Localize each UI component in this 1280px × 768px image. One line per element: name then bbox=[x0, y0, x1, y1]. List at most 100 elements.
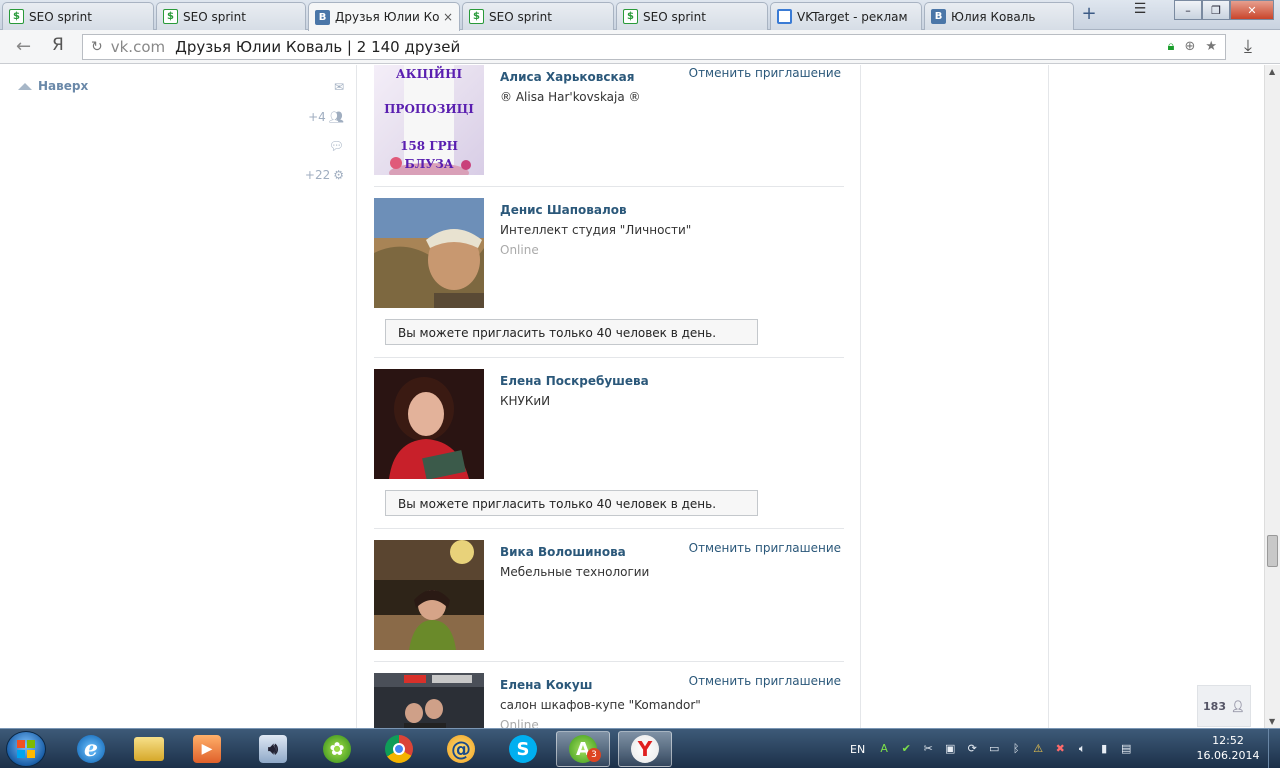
close-window-icon[interactable]: ✕ bbox=[1230, 0, 1274, 20]
vk-icon: B bbox=[931, 9, 946, 24]
tab-seo-sprint-3[interactable]: $ SEO sprint bbox=[462, 2, 614, 30]
volume-icon[interactable]: 🔈︎ bbox=[1075, 742, 1089, 756]
tab-seo-sprint-2[interactable]: $ SEO sprint bbox=[156, 2, 306, 30]
notifications-count: +22 bbox=[304, 168, 331, 182]
vktarget-icon bbox=[777, 9, 792, 24]
online-friends-counter[interactable]: 183 👤︎ bbox=[1197, 685, 1251, 727]
browser-menu-icon[interactable]: ☰ bbox=[1128, 1, 1152, 19]
agent-tray-icon[interactable]: A bbox=[877, 742, 891, 756]
friend-photo[interactable] bbox=[374, 540, 484, 650]
download-icon[interactable]: ⤓ bbox=[1244, 36, 1252, 57]
taskbar-yandex-browser[interactable]: Y bbox=[618, 731, 672, 767]
messages-icon[interactable]: ✉ bbox=[334, 80, 344, 94]
page-scrollbar[interactable]: ▲ ▼ bbox=[1264, 65, 1280, 728]
close-tab-icon[interactable]: × bbox=[443, 10, 453, 24]
monitor-icon[interactable]: ▭ bbox=[987, 742, 1001, 756]
friend-name[interactable]: Вика Волошинова bbox=[500, 545, 626, 559]
folder-icon bbox=[134, 737, 164, 761]
back-arrow-icon[interactable]: ← bbox=[16, 36, 31, 57]
promo-text-1: АКЦІЙНІ bbox=[395, 67, 463, 81]
tab-label: VKTarget - реклам bbox=[797, 9, 908, 24]
scroll-up-arrow-icon[interactable]: ▲ bbox=[1269, 67, 1275, 76]
maximize-icon[interactable]: ❐ bbox=[1202, 0, 1230, 20]
friend-photo[interactable] bbox=[374, 198, 484, 308]
clock-date: 16.06.2014 bbox=[1196, 749, 1260, 762]
comments-icon[interactable]: 💬︎ bbox=[329, 139, 344, 153]
skype-icon: S bbox=[509, 735, 537, 763]
scroll-down-arrow-icon[interactable]: ▼ bbox=[1269, 717, 1275, 726]
start-button[interactable] bbox=[6, 731, 46, 767]
friend-name[interactable]: Елена Поскребушева bbox=[500, 374, 649, 388]
friend-name[interactable]: Денис Шаповалов bbox=[500, 203, 627, 217]
warning-icon[interactable]: ⚠ bbox=[1031, 742, 1045, 756]
notification-badge: 3 bbox=[587, 748, 601, 762]
tools-icon[interactable]: ✂ bbox=[921, 742, 935, 756]
promo-text-3: 158 ГРН bbox=[400, 139, 458, 153]
tab-seo-sprint-4[interactable]: $ SEO sprint bbox=[616, 2, 768, 30]
tab-vktarget[interactable]: VKTarget - реклам bbox=[770, 2, 922, 30]
bluetooth-icon[interactable]: ᛒ bbox=[1009, 742, 1023, 756]
friend-row: Елена Кокуш салон шкафов-купе "Komandor"… bbox=[374, 662, 844, 728]
browser-toolbar: ← Я ↻ vk.com Друзья Юлии Коваль | 2 140 … bbox=[0, 30, 1280, 64]
friends-icon: 👥︎ bbox=[328, 110, 344, 124]
taskbar-sound[interactable]: 🔊︎ bbox=[246, 731, 300, 767]
taskbar-agent[interactable]: A 3 bbox=[556, 731, 610, 767]
friend-photo[interactable] bbox=[374, 369, 484, 479]
user-icon: 👤︎ bbox=[1231, 699, 1245, 713]
battery-icon[interactable]: ▮ bbox=[1097, 742, 1111, 756]
vk-page: Наверх ✉ +4 👥︎ 💬︎ +22 ⚙ АКЦІЙНІ ПРОПОЗИЦ… bbox=[0, 65, 1264, 728]
friend-name[interactable]: Елена Кокуш bbox=[500, 678, 592, 692]
friend-photo[interactable] bbox=[374, 673, 484, 728]
friends-counter[interactable]: +4 👥︎ bbox=[308, 110, 344, 124]
taskbar-icq[interactable]: ✿ bbox=[310, 731, 364, 767]
taskbar-media[interactable]: ▶ bbox=[180, 731, 234, 767]
star-icon[interactable]: ★ bbox=[1205, 39, 1217, 54]
language-indicator[interactable]: EN bbox=[850, 743, 865, 756]
show-desktop-button[interactable] bbox=[1268, 729, 1280, 768]
system-clock[interactable]: 12:52 16.06.2014 bbox=[1196, 733, 1260, 763]
internet-explorer-icon: e bbox=[77, 735, 105, 763]
scroll-thumb[interactable] bbox=[1267, 535, 1278, 567]
sync-icon[interactable]: ⟳ bbox=[965, 742, 979, 756]
scroll-top-link[interactable]: Наверх bbox=[18, 79, 88, 93]
friends-list: АКЦІЙНІ ПРОПОЗИЦІ 158 ГРН БЛУЗА Алиса Ха… bbox=[357, 65, 861, 728]
address-bar[interactable]: ↻ vk.com Друзья Юлии Коваль | 2 140 друз… bbox=[82, 34, 1226, 60]
friend-subtitle: Интеллект студия "Личности" bbox=[500, 223, 692, 237]
clock-time: 12:52 bbox=[1212, 734, 1244, 747]
gear-icon: ⚙ bbox=[333, 168, 344, 182]
media-player-icon: ▶ bbox=[193, 735, 221, 763]
friend-photo[interactable]: АКЦІЙНІ ПРОПОЗИЦІ 158 ГРН БЛУЗА bbox=[374, 65, 484, 175]
taskbar-mail[interactable]: @ bbox=[434, 731, 488, 767]
system-tray: EN A ✔ ✂ ▣ ⟳ ▭ ᛒ ⚠ ✖ 🔈︎ ▮ ▤ bbox=[850, 729, 1133, 768]
taskbar-explorer[interactable] bbox=[122, 731, 176, 767]
seo-sprint-icon: $ bbox=[623, 9, 638, 24]
cancel-invitation-link[interactable]: Отменить приглашение bbox=[689, 541, 841, 555]
cancel-invitation-link[interactable]: Отменить приглашение bbox=[689, 66, 841, 80]
window-controls: – ❐ ✕ bbox=[1174, 0, 1274, 20]
notifications-counter[interactable]: +22 ⚙ bbox=[305, 168, 344, 182]
tab-seo-sprint-1[interactable]: $ SEO sprint bbox=[2, 2, 154, 30]
network-icon[interactable]: ▤ bbox=[1119, 742, 1133, 756]
friend-subtitle: салон шкафов-купе "Komandor" bbox=[500, 698, 701, 712]
left-sidebar: Наверх ✉ +4 👥︎ 💬︎ +22 ⚙ bbox=[0, 65, 357, 728]
friends-count: +4 bbox=[308, 110, 326, 124]
network-error-icon[interactable]: ✖ bbox=[1053, 742, 1067, 756]
tab-vk-profile[interactable]: B Юлия Коваль bbox=[924, 2, 1074, 30]
friend-subtitle: КНУКиИ bbox=[500, 394, 551, 408]
device-icon[interactable]: ▣ bbox=[943, 742, 957, 756]
seo-sprint-icon: $ bbox=[163, 9, 178, 24]
taskbar-ie[interactable]: e bbox=[64, 731, 118, 767]
taskbar-chrome[interactable] bbox=[372, 731, 426, 767]
yandex-button[interactable]: Я bbox=[52, 35, 64, 55]
cancel-invitation-link[interactable]: Отменить приглашение bbox=[689, 674, 841, 688]
shield-check-icon[interactable]: ✔ bbox=[899, 742, 913, 756]
zoom-icon[interactable]: ⊕ bbox=[1184, 39, 1195, 54]
taskbar-skype[interactable]: S bbox=[496, 731, 550, 767]
friend-name[interactable]: Алиса Харьковская bbox=[500, 70, 634, 84]
reload-icon[interactable]: ↻ bbox=[91, 39, 103, 55]
minimize-icon[interactable]: – bbox=[1174, 0, 1202, 20]
tab-vk-friends[interactable]: B Друзья Юлии Кова × bbox=[308, 2, 460, 31]
new-tab-button[interactable]: + bbox=[1080, 5, 1098, 23]
speaker-icon: 🔊︎ bbox=[259, 735, 287, 763]
lock-icon[interactable]: 🔒︎ bbox=[1168, 39, 1175, 54]
